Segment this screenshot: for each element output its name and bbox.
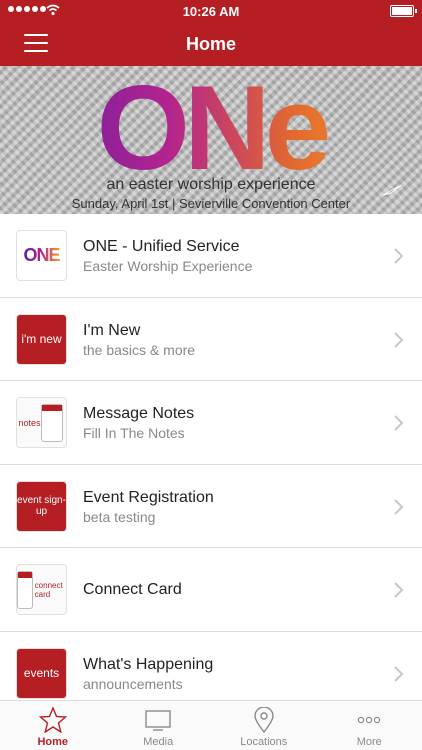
menu-list: ONE ONE - Unified Service Easter Worship…: [0, 214, 422, 715]
tv-icon: [145, 710, 171, 731]
list-item-title: Message Notes: [83, 405, 195, 422]
tab-locations[interactable]: Locations: [211, 701, 317, 750]
list-item-connect-card[interactable]: connect card Connect Card: [0, 548, 422, 632]
list-item-message-notes[interactable]: notes Message Notes Fill In The Notes: [0, 381, 422, 465]
im-new-thumbnail: i'm new: [16, 313, 67, 365]
tab-home[interactable]: Home: [0, 701, 106, 750]
paper-plane-icon: [382, 184, 402, 196]
status-time: 10:26 AM: [182, 4, 240, 19]
tab-label: Home: [37, 736, 69, 748]
notes-thumbnail: notes: [16, 397, 67, 448]
list-item-title: ONE - Unified Service: [83, 238, 240, 255]
status-bar: 10:26 AM: [0, 0, 422, 22]
tab-more[interactable]: More: [317, 701, 422, 750]
chevron-right-icon: [394, 582, 404, 598]
nav-bar: Home: [0, 22, 422, 66]
tab-bar: Home Media Locations More: [0, 700, 422, 750]
list-item-im-new[interactable]: i'm new I'm New the basics & more: [0, 297, 422, 381]
more-dots-icon: [358, 716, 381, 724]
tab-label: Media: [143, 736, 174, 748]
list-item-one-unified-service[interactable]: ONE ONE - Unified Service Easter Worship…: [0, 214, 422, 298]
list-item-subtitle: announcements: [83, 675, 183, 692]
star-icon: [38, 707, 67, 733]
phone-icon: [17, 570, 33, 609]
hero-banner[interactable]: ONe an easter worship experience Sunday,…: [0, 66, 422, 214]
list-item-subtitle: the basics & more: [83, 341, 196, 358]
list-item-title: Event Registration: [83, 488, 214, 506]
tab-label: More: [356, 736, 382, 748]
page-title: Home: [185, 34, 236, 54]
battery-icon: [390, 5, 417, 17]
list-item-title: Connect Card: [83, 581, 182, 598]
chevron-right-icon: [394, 331, 404, 348]
events-thumbnail: events: [16, 647, 67, 699]
list-item-event-registration[interactable]: event sign-up Event Registration beta te…: [0, 464, 422, 548]
list-item-title: What's Happening: [83, 655, 214, 673]
banner-tagline: an easter worship experience: [106, 176, 316, 193]
phone-icon: [40, 403, 63, 442]
tab-media[interactable]: Media: [106, 701, 212, 750]
chevron-right-icon: [394, 498, 404, 515]
map-pin-icon: [254, 707, 274, 733]
chevron-right-icon: [394, 665, 404, 682]
chevron-right-icon: [394, 415, 404, 431]
chevron-right-icon: [394, 248, 404, 264]
banner-date: Sunday, April 1st | Sevierville Conventi…: [71, 196, 351, 211]
list-item-subtitle: Fill In The Notes: [83, 425, 185, 441]
list-item-subtitle: beta testing: [83, 508, 156, 525]
one-thumbnail: ONE: [16, 230, 67, 281]
banner-logo: ONe: [0, 68, 422, 188]
tab-label: Locations: [240, 736, 288, 748]
connect-card-thumbnail: connect card: [16, 564, 67, 615]
list-item-title: I'm New: [83, 321, 141, 339]
event-signup-thumbnail: event sign-up: [16, 480, 67, 532]
list-item-subtitle: Easter Worship Experience: [83, 258, 253, 274]
